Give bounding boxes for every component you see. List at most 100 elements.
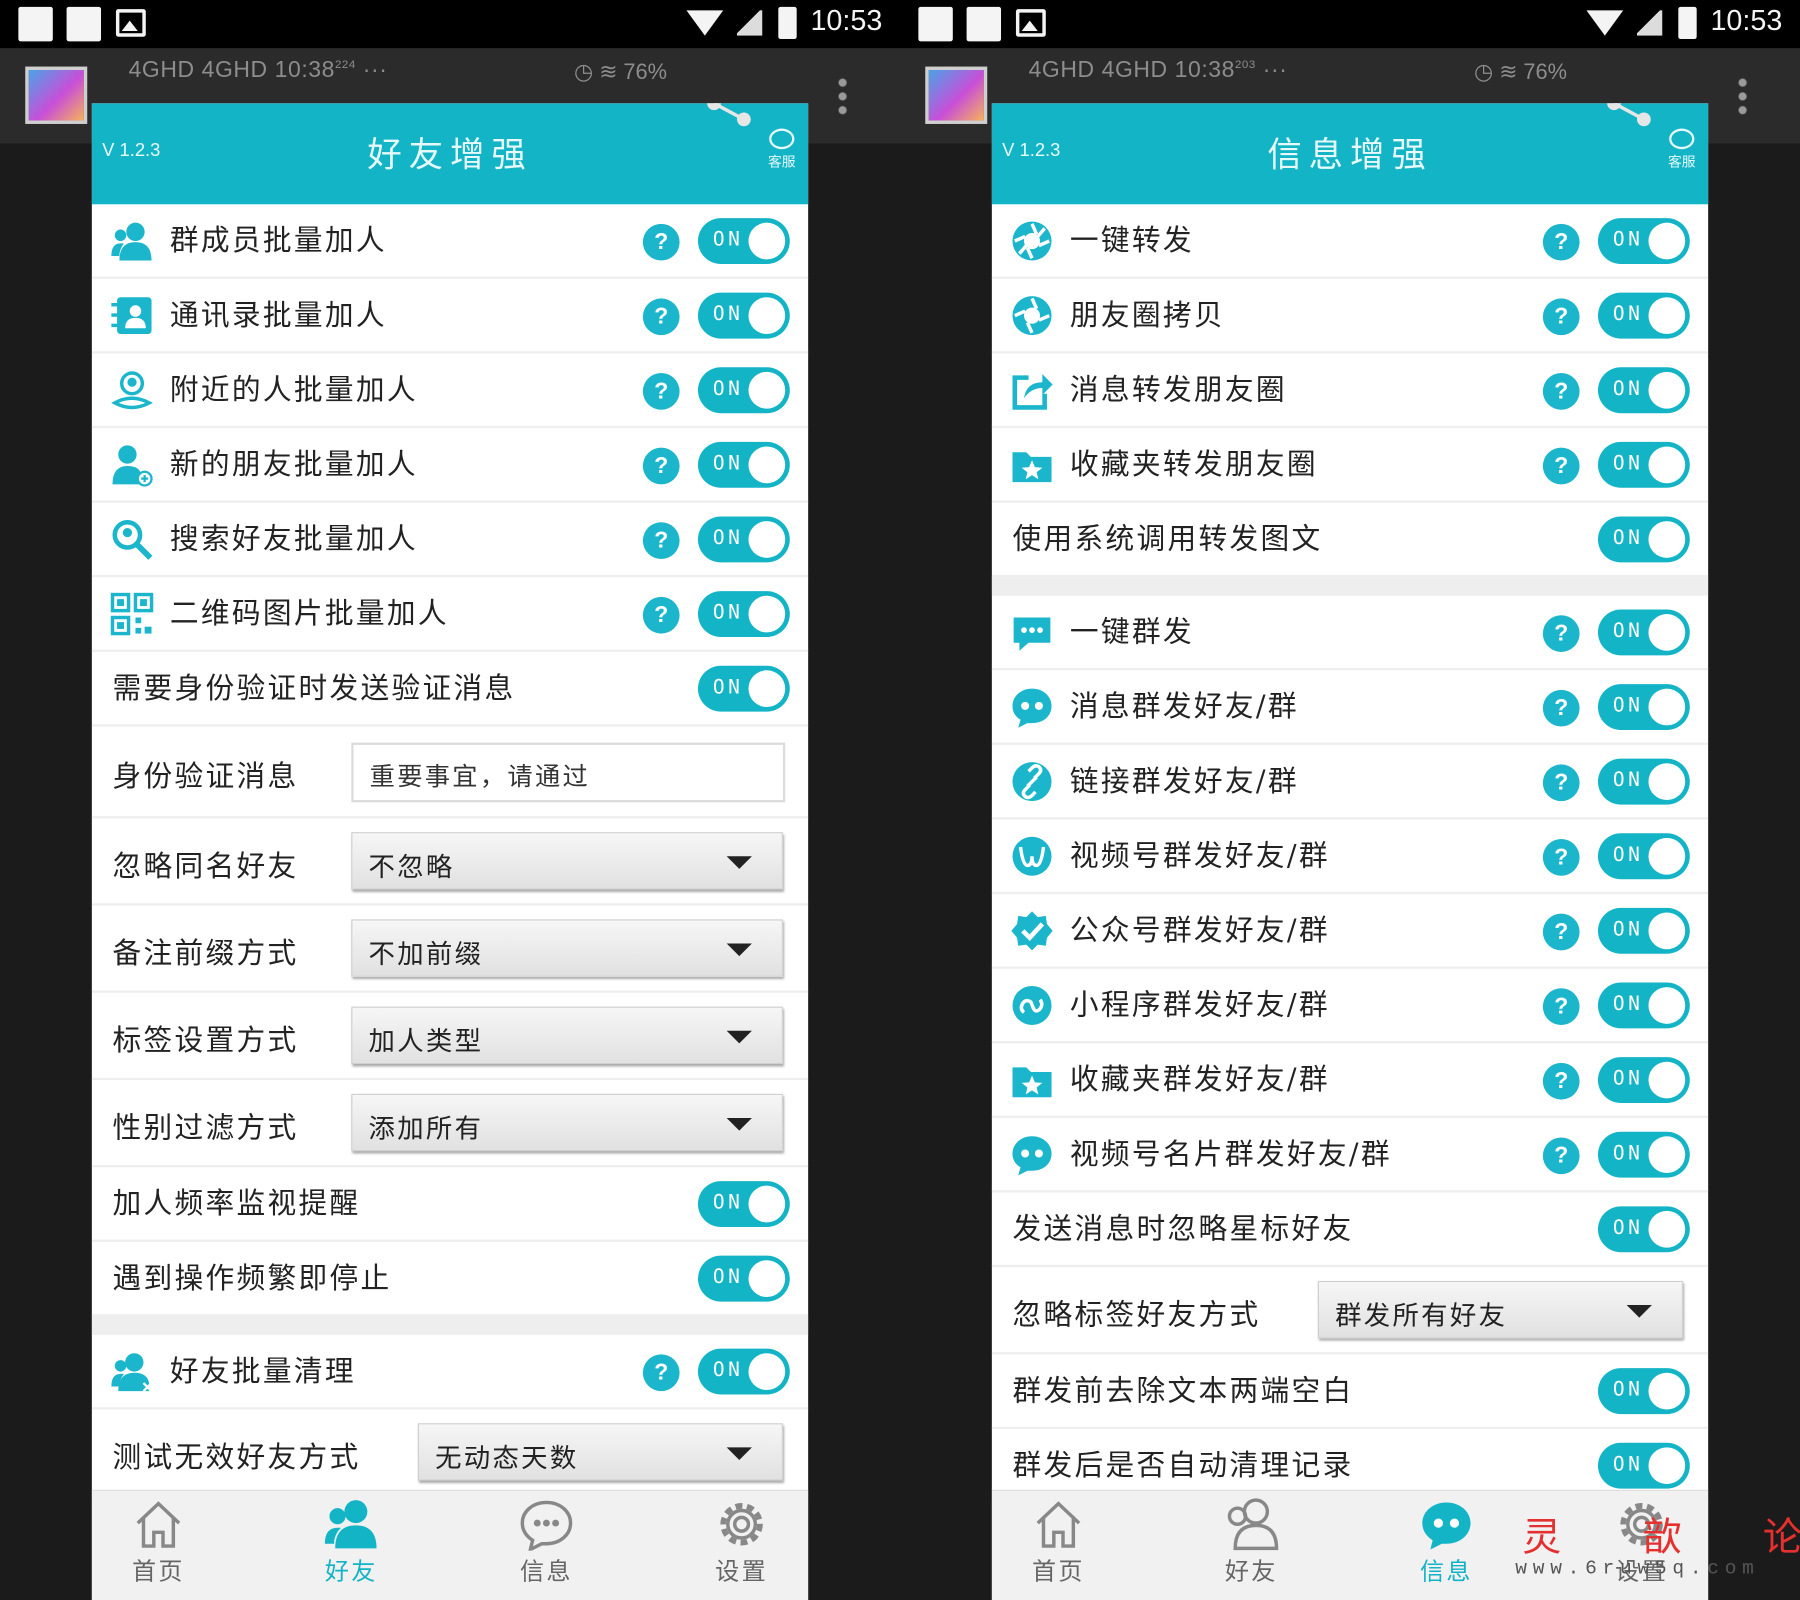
remark-prefix-select[interactable]: 不加前缀 <box>351 919 783 977</box>
setting-row: 收藏夹群发好友/群 ? ON <box>991 1043 1709 1118</box>
help-button[interactable]: ? <box>1542 1137 1580 1175</box>
watermark-url: www.6ruw5q.com <box>1515 1558 1760 1581</box>
help-button[interactable]: ? <box>642 447 680 485</box>
setting-row: 搜索好友批量加人 ? ON <box>91 503 809 578</box>
verify-message-input[interactable]: 重要事宜，请通过 <box>351 742 786 803</box>
toggle-switch[interactable]: ON <box>1597 441 1690 488</box>
help-button[interactable]: ? <box>1542 447 1580 485</box>
moments-copy-icon <box>1012 296 1052 336</box>
help-button[interactable]: ? <box>642 1354 680 1392</box>
help-button[interactable]: ? <box>1542 223 1580 261</box>
setting-row: 消息群发好友/群 ? ON <box>991 670 1709 745</box>
toggle-switch[interactable]: ON <box>697 665 790 712</box>
toggle-switch[interactable]: ON <box>1597 609 1690 656</box>
settings-list: 一键转发 ? ON 朋友圈拷贝 ? ON 消息转发朋友圈 ? ON 收藏夹转发朋… <box>991 204 1709 1504</box>
favorites-folder-icon <box>1012 1067 1052 1098</box>
inner-battery: ◷ ≋ 76% <box>573 60 668 85</box>
gallery-thumbnail-icon[interactable] <box>25 66 88 124</box>
share-icon[interactable] <box>703 103 756 128</box>
toggle-switch[interactable]: ON <box>1597 516 1690 563</box>
notification-icon <box>918 6 953 42</box>
setting-row: 视频号群发好友/群 ? ON <box>991 820 1709 895</box>
help-button[interactable]: ? <box>642 522 680 559</box>
help-button[interactable]: ? <box>1542 988 1580 1025</box>
chevron-down-icon <box>1626 1305 1652 1318</box>
message-icon <box>520 1500 573 1551</box>
no-signal-icon <box>736 10 763 36</box>
tag-setting-select[interactable]: 加人类型 <box>351 1006 783 1064</box>
ignore-tag-friend-select[interactable]: 群发所有好友 <box>1317 1280 1683 1339</box>
image-notification-icon <box>115 9 146 37</box>
toggle-switch[interactable]: ON <box>1597 367 1690 414</box>
toggle-switch[interactable]: ON <box>697 367 790 414</box>
toggle-switch[interactable]: ON <box>1597 833 1690 880</box>
setting-row: 群发前去除文本两端空白 ON <box>991 1354 1709 1429</box>
setting-row: 附近的人批量加人 ? ON <box>91 354 809 429</box>
toggle-switch[interactable]: ON <box>697 441 790 488</box>
toggle-switch[interactable]: ON <box>1597 1442 1690 1489</box>
notification-icon <box>18 6 53 42</box>
dropdown-row: 忽略同名好友 不忽略 <box>91 818 809 906</box>
phone-status-bar: 10:53 <box>0 0 901 49</box>
app-header: V 1.2.3 信息增强 客服 <box>991 103 1709 205</box>
customer-service-button[interactable]: 客服 <box>762 128 801 171</box>
toggle-switch[interactable]: ON <box>1597 1368 1690 1415</box>
notification-icon <box>66 6 102 42</box>
toggle-switch[interactable]: ON <box>697 1348 790 1395</box>
help-button[interactable]: ? <box>642 596 680 634</box>
setting-row: 群成员批量加人 ? ON <box>91 204 809 279</box>
help-button[interactable]: ? <box>1542 689 1580 727</box>
help-button[interactable]: ? <box>1542 1062 1580 1100</box>
tab-settings[interactable]: 设置 <box>696 1498 788 1588</box>
friend-clean-icon <box>111 1353 153 1392</box>
tab-home[interactable]: 首页 <box>113 1498 205 1588</box>
customer-service-button[interactable]: 客服 <box>1662 128 1701 171</box>
chevron-down-icon <box>726 943 752 957</box>
help-button[interactable]: ? <box>1542 615 1580 652</box>
help-button[interactable]: ? <box>1542 839 1580 876</box>
tab-friends[interactable]: 好友 <box>1205 1498 1297 1588</box>
tab-friends[interactable]: 好友 <box>305 1498 397 1588</box>
qr-code-icon <box>110 592 154 636</box>
wifi-icon <box>1586 10 1624 36</box>
share-icon[interactable] <box>1603 103 1656 128</box>
search-icon <box>112 519 153 560</box>
tab-messages[interactable]: 信息 <box>1401 1498 1493 1588</box>
gallery-thumbnail-icon[interactable] <box>925 66 988 124</box>
toggle-switch[interactable]: ON <box>1597 292 1690 339</box>
toggle-switch[interactable]: ON <box>697 1181 790 1227</box>
toggle-switch[interactable]: ON <box>1597 758 1690 805</box>
toggle-switch[interactable]: ON <box>697 292 790 339</box>
ignore-same-name-select[interactable]: 不忽略 <box>351 832 783 890</box>
help-button[interactable]: ? <box>1542 373 1580 410</box>
help-button[interactable]: ? <box>1542 913 1580 951</box>
settings-icon <box>720 1503 763 1546</box>
toggle-switch[interactable]: ON <box>1597 982 1690 1029</box>
toggle-switch[interactable]: ON <box>1597 1131 1690 1178</box>
toggle-switch[interactable]: ON <box>1597 684 1690 730</box>
more-menu-icon[interactable] <box>838 75 848 118</box>
toggle-switch[interactable]: ON <box>697 218 790 264</box>
help-button[interactable]: ? <box>1542 764 1580 802</box>
tab-home[interactable]: 首页 <box>1013 1498 1105 1588</box>
tab-messages[interactable]: 信息 <box>501 1498 593 1588</box>
help-button[interactable]: ? <box>642 298 680 336</box>
toggle-switch[interactable]: ON <box>1597 1206 1690 1253</box>
toggle-switch[interactable]: ON <box>697 516 790 563</box>
page-title: 信息增强 <box>1267 135 1433 176</box>
mini-program-icon <box>1012 985 1052 1025</box>
gender-filter-select[interactable]: 添加所有 <box>351 1093 783 1152</box>
page-title: 好友增强 <box>367 135 533 176</box>
help-button[interactable]: ? <box>1542 298 1580 336</box>
more-menu-icon[interactable] <box>1738 75 1748 118</box>
toggle-switch[interactable]: ON <box>1597 218 1690 264</box>
nearby-people-icon <box>111 371 153 410</box>
toggle-switch[interactable]: ON <box>697 591 790 638</box>
toggle-switch[interactable]: ON <box>697 1255 790 1302</box>
help-button[interactable]: ? <box>642 373 680 410</box>
test-invalid-friend-select[interactable]: 无动态天数 <box>417 1423 783 1481</box>
toggle-switch[interactable]: ON <box>1597 907 1690 954</box>
help-button[interactable]: ? <box>642 223 680 261</box>
service-face-icon <box>1669 128 1695 150</box>
toggle-switch[interactable]: ON <box>1597 1057 1690 1104</box>
